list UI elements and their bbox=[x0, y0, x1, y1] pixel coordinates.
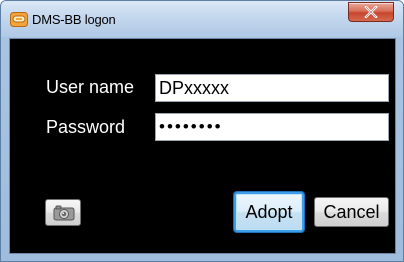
dialog-content: User name Password Adopt Cancel bbox=[9, 38, 396, 254]
cancel-button[interactable]: Cancel bbox=[314, 197, 389, 227]
password-input[interactable] bbox=[155, 113, 389, 141]
logon-dialog: DMS-BB logon User name Password bbox=[0, 0, 404, 262]
title-bar[interactable]: DMS-BB logon bbox=[1, 1, 403, 37]
window-title: DMS-BB logon bbox=[32, 12, 116, 27]
camera-icon bbox=[53, 205, 75, 226]
app-icon bbox=[10, 12, 28, 27]
camera-button[interactable] bbox=[45, 199, 81, 226]
close-icon bbox=[364, 6, 378, 18]
adopt-button[interactable]: Adopt bbox=[234, 192, 304, 232]
username-input[interactable] bbox=[155, 74, 389, 102]
close-button[interactable] bbox=[348, 2, 394, 22]
password-label: Password bbox=[46, 117, 126, 137]
username-label: User name bbox=[46, 77, 135, 97]
